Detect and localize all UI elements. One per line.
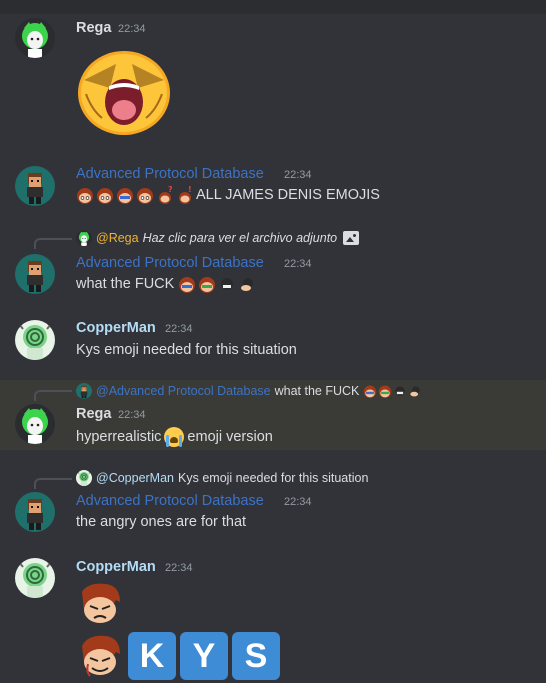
reply-text[interactable]: what the FUCK bbox=[275, 384, 360, 398]
reply-connector bbox=[34, 390, 72, 401]
timestamp: 22:34 bbox=[118, 409, 146, 421]
james-denis-emoji bbox=[96, 187, 114, 204]
avatar-rega[interactable] bbox=[15, 404, 55, 444]
reply-preview[interactable]: @CopperMan Kys emoji needed for this sit… bbox=[76, 470, 368, 486]
reply-connector bbox=[34, 238, 72, 249]
avatar-rega[interactable] bbox=[15, 18, 55, 58]
image-icon bbox=[343, 231, 360, 245]
james-denis-emoji bbox=[117, 188, 133, 204]
message-copperman: CopperMan 22:34 Kys emoji needed for thi… bbox=[0, 314, 546, 374]
james-denis-emoji bbox=[395, 386, 406, 396]
reply-avatar bbox=[76, 230, 92, 246]
reply-mention[interactable]: @Advanced Protocol Database bbox=[96, 384, 271, 398]
author-name[interactable]: CopperMan bbox=[76, 320, 156, 336]
author-name[interactable]: Advanced Protocol Database bbox=[76, 255, 264, 271]
reply-avatar bbox=[76, 470, 92, 486]
james-denis-emoji bbox=[199, 277, 216, 293]
reply-mention[interactable]: @Rega bbox=[96, 231, 139, 245]
james-denis-emoji bbox=[159, 186, 173, 204]
avatar-apd[interactable] bbox=[15, 254, 55, 294]
author-name[interactable]: Advanced Protocol Database bbox=[76, 493, 264, 509]
james-denis-emoji bbox=[241, 278, 254, 291]
message-copperman-kys: CopperMan 22:34 K Y S bbox=[0, 552, 546, 683]
author-name[interactable]: Rega bbox=[76, 406, 111, 422]
author-name[interactable]: Advanced Protocol Database bbox=[76, 166, 264, 182]
james-denis-emoji bbox=[76, 582, 124, 626]
reply-connector bbox=[34, 478, 72, 489]
james-denis-emoji bbox=[410, 386, 421, 397]
reply-text[interactable]: Haz clic para ver el archivo adjunto bbox=[143, 231, 338, 245]
james-denis-emoji bbox=[179, 277, 196, 293]
james-denis-emoji bbox=[364, 385, 377, 398]
message-text: the angry ones are for that bbox=[76, 514, 247, 530]
timestamp: 22:34 bbox=[284, 169, 312, 181]
screaming-face-sticker[interactable] bbox=[76, 50, 172, 136]
regional-indicator-s-emoji: S bbox=[232, 632, 280, 680]
regional-indicator-y-emoji: Y bbox=[180, 632, 228, 680]
message-rega-sticker: Rega 22:34 bbox=[0, 0, 546, 150]
james-denis-emoji bbox=[76, 634, 124, 678]
james-denis-emoji bbox=[136, 187, 154, 204]
timestamp: 22:34 bbox=[284, 258, 312, 270]
james-denis-emoji bbox=[76, 187, 94, 204]
timestamp: 22:34 bbox=[118, 23, 146, 35]
avatar-apd[interactable] bbox=[15, 166, 55, 206]
reply-text[interactable]: Kys emoji needed for this situation bbox=[178, 471, 368, 485]
reply-preview[interactable]: @Advanced Protocol Database what the FUC… bbox=[76, 383, 423, 399]
timestamp: 22:34 bbox=[284, 496, 312, 508]
message-text: what the FUCK bbox=[76, 276, 175, 292]
author-name[interactable]: CopperMan bbox=[76, 559, 156, 575]
reply-preview[interactable]: @Rega Haz clic para ver el archivo adjun… bbox=[76, 230, 360, 246]
message-text: hyperrealistic bbox=[76, 429, 162, 445]
message-text: ALL JAMES DENIS EMOJIS bbox=[196, 187, 380, 203]
message-rega-reply: @Advanced Protocol Database what the FUC… bbox=[0, 380, 546, 450]
avatar-apd[interactable] bbox=[15, 492, 55, 532]
author-name[interactable]: Rega bbox=[76, 20, 111, 36]
james-denis-emoji bbox=[221, 278, 234, 290]
reply-mention[interactable]: @CopperMan bbox=[96, 471, 174, 485]
message-text: emoji version bbox=[187, 429, 273, 445]
message-apd-emojis: Advanced Protocol Database 22:34 ALL JAM… bbox=[0, 160, 546, 220]
timestamp: 22:34 bbox=[165, 323, 193, 335]
message-text: Kys emoji needed for this situation bbox=[76, 342, 297, 358]
message-apd-reply-2: @CopperMan Kys emoji needed for this sit… bbox=[0, 468, 546, 538]
loudly-crying-face-emoji bbox=[164, 427, 185, 447]
message-apd-reply: @Rega Haz clic para ver el archivo adjun… bbox=[0, 228, 546, 300]
james-denis-emoji bbox=[379, 385, 392, 398]
reply-avatar bbox=[76, 383, 92, 399]
regional-indicator-k-emoji: K bbox=[128, 632, 176, 680]
timestamp: 22:34 bbox=[165, 562, 193, 574]
avatar-copperman[interactable] bbox=[15, 320, 55, 360]
avatar-copperman[interactable] bbox=[15, 558, 55, 598]
james-denis-emoji bbox=[179, 186, 192, 204]
